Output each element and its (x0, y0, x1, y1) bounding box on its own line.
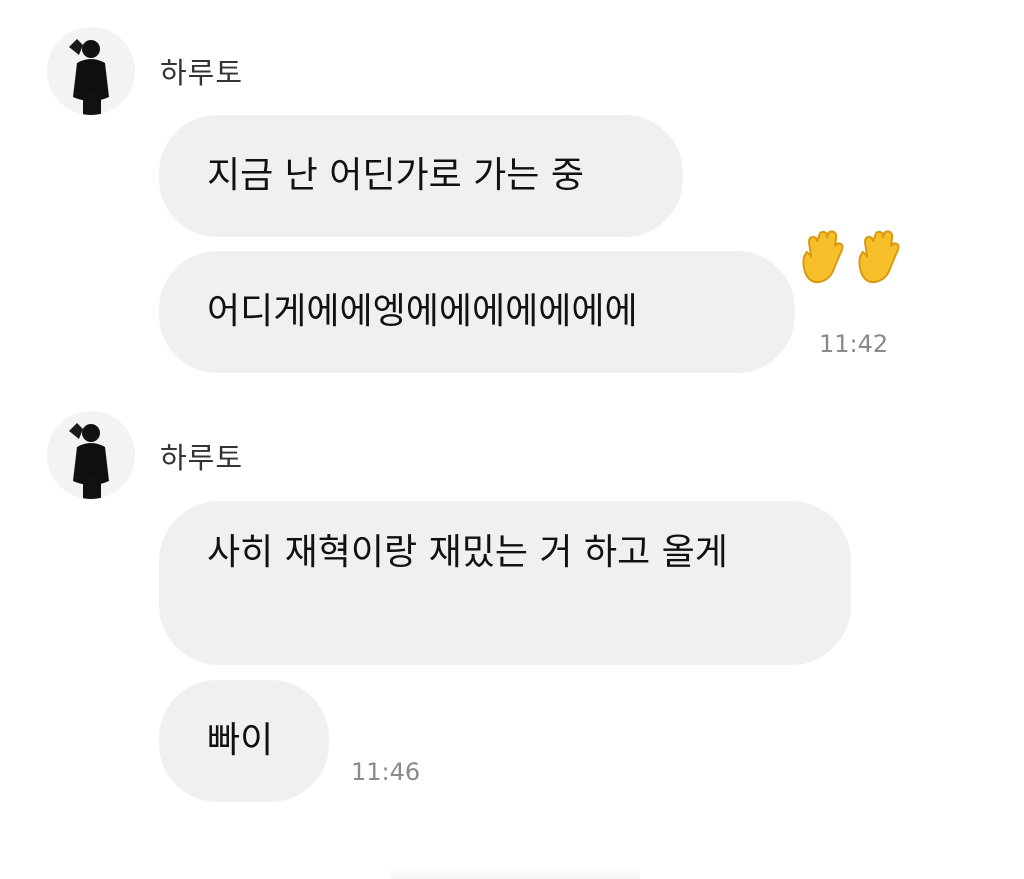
message-timestamp: 11:46 (351, 758, 421, 786)
message-text: 빠이 (207, 720, 274, 761)
profile-photo-icon (47, 27, 135, 115)
sender-name: 하루토 (160, 56, 244, 90)
waving-hands-emoji[interactable] (795, 228, 907, 292)
sender-avatar[interactable] (47, 411, 135, 499)
message-bubble[interactable]: 어디게에에엥에에에에에에에 (159, 251, 795, 373)
sender-name: 하루토 (160, 441, 244, 475)
message-text: 사히 재혁이랑 재밌는 거 하고 올게 (207, 532, 728, 573)
sender-avatar[interactable] (47, 27, 135, 115)
message-text: 지금 난 어딘가로 가는 중 (207, 155, 584, 196)
message-bubble[interactable]: 지금 난 어딘가로 가는 중 (159, 115, 683, 237)
message-timestamp: 11:42 (819, 330, 889, 358)
bottom-edge-fade (390, 866, 640, 879)
message-bubble[interactable]: 사히 재혁이랑 재밌는 거 하고 올게 (159, 501, 851, 665)
profile-photo-icon (47, 411, 135, 499)
message-text: 어디게에에엥에에에에에에에 (207, 291, 638, 332)
message-bubble[interactable]: 빠이 (159, 680, 329, 802)
